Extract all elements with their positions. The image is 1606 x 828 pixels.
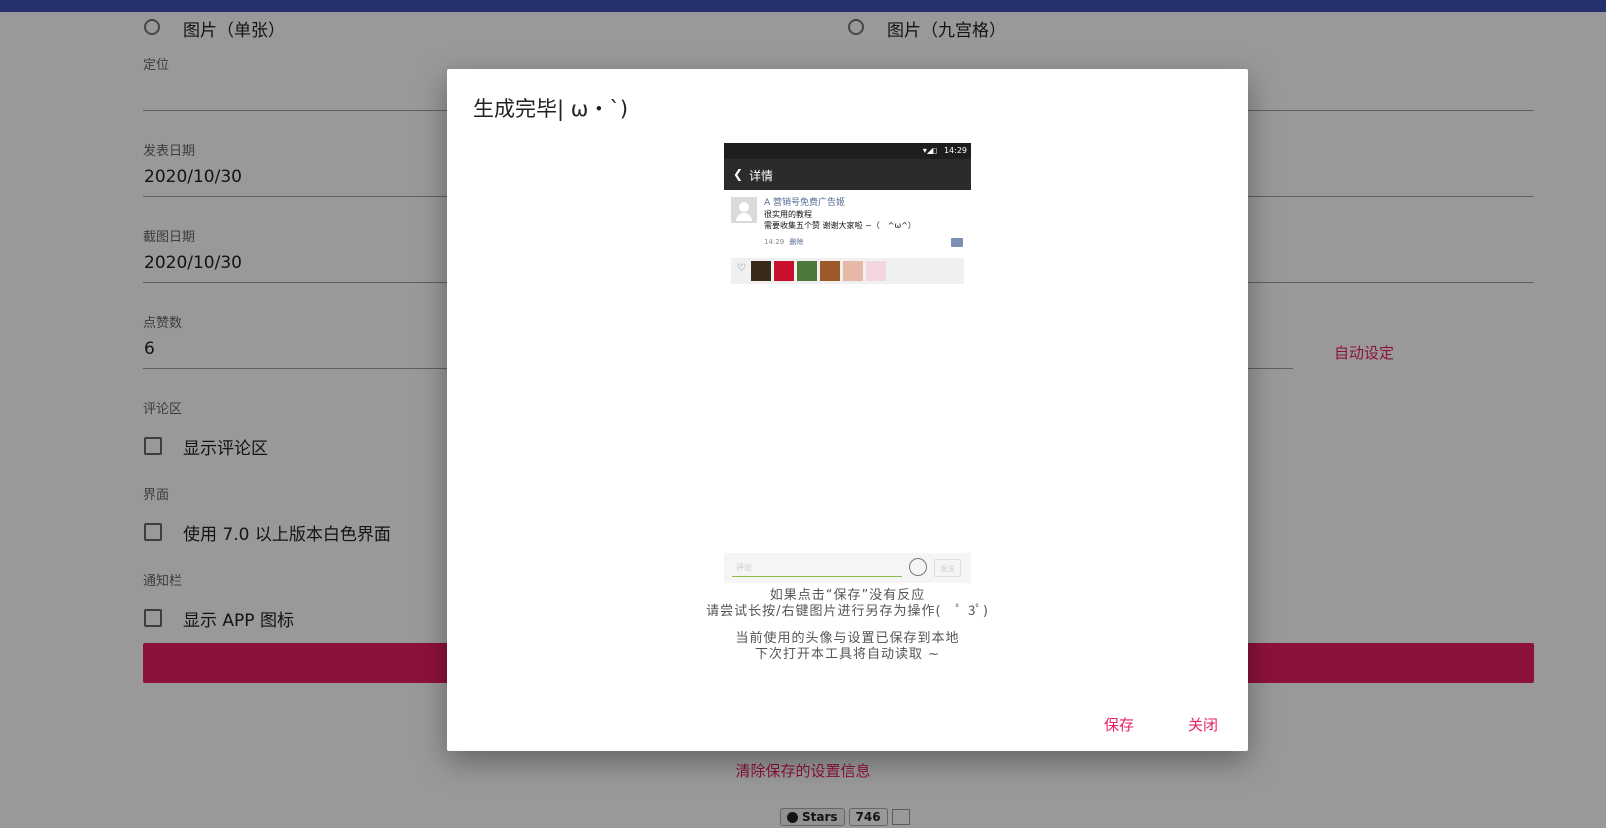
preview-status-bar: ▾◢▯ 14:29 bbox=[724, 143, 971, 159]
preview-post-text: 很实用的教程 需要收集五个赞 谢谢大家啦 ~（ ^ω^） bbox=[764, 210, 916, 230]
notice-line-1a: 如果点击“保存”没有反应 bbox=[769, 588, 926, 603]
preview-nav-bar: ❮ 详情 bbox=[724, 159, 971, 190]
preview-comment-bar: 评论 发送 bbox=[724, 553, 971, 583]
preview-like-box: ♡ bbox=[731, 258, 964, 284]
like-avatar bbox=[820, 261, 840, 281]
like-avatar bbox=[843, 261, 863, 281]
like-avatar bbox=[866, 261, 886, 281]
back-chevron-icon: ❮ bbox=[733, 167, 744, 181]
default-avatar-icon bbox=[731, 197, 757, 223]
notice-line-1b: 请尝试长按/右键图片进行另存为操作( ﾟ 3ﾟ) bbox=[706, 604, 989, 619]
like-avatar bbox=[774, 261, 794, 281]
heart-icon: ♡ bbox=[737, 263, 746, 274]
preview-comment-input: 评论 bbox=[732, 559, 902, 577]
like-avatar bbox=[751, 261, 771, 281]
preview-post-meta: 14:29 删除 bbox=[764, 237, 803, 247]
close-button[interactable]: 关闭 bbox=[1188, 714, 1218, 735]
wifi-signal-icon: ▾◢▯ bbox=[922, 146, 938, 155]
notice-line-2a: 当前使用的头像与设置已保存到本地 bbox=[735, 631, 960, 646]
like-avatar bbox=[797, 261, 817, 281]
preview-post-time: 14:29 bbox=[764, 238, 785, 246]
preview-send-button: 发送 bbox=[934, 559, 961, 577]
preview-post-delete: 删除 bbox=[789, 238, 804, 246]
preview-nav-title: 详情 bbox=[749, 169, 774, 183]
dialog-title: 生成完毕| ω・`) bbox=[473, 97, 629, 121]
notice-line-2b: 下次打开本工具将自动读取 ~ bbox=[754, 647, 941, 662]
generated-screenshot-preview[interactable]: ▾◢▯ 14:29 ❮ 详情 A 营销号免费广告姬 很实用的教程 需要收集五个赞… bbox=[724, 143, 971, 583]
preview-time: 14:29 bbox=[943, 146, 967, 155]
preview-post-name: A 营销号免费广告姬 bbox=[764, 198, 846, 208]
preview-post: A 营销号免费广告姬 很实用的教程 需要收集五个赞 谢谢大家啦 ~（ ^ω^） … bbox=[724, 190, 971, 310]
emoji-face-icon bbox=[909, 558, 927, 576]
save-button[interactable]: 保存 bbox=[1104, 714, 1134, 735]
comment-bubble-icon bbox=[951, 238, 963, 247]
result-dialog: 生成完毕| ω・`) ▾◢▯ 14:29 ❮ 详情 A 营销号免费广告姬 很实用… bbox=[447, 69, 1248, 751]
